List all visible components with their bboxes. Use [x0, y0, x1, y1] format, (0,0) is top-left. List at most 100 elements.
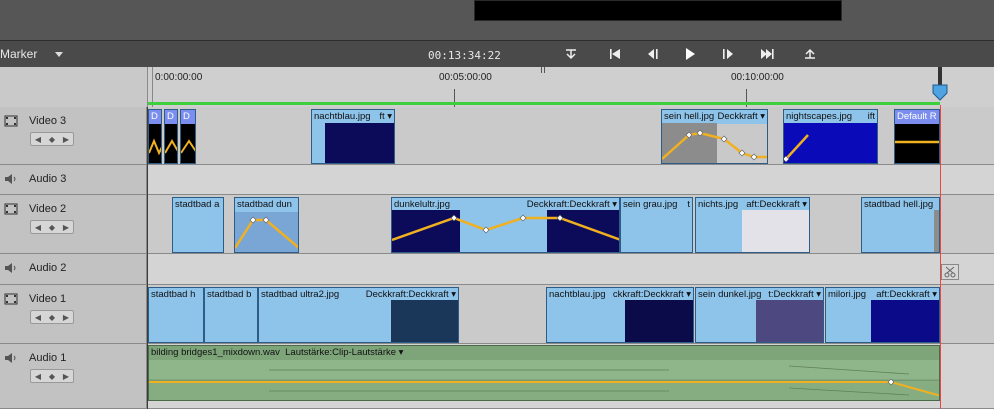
clip[interactable]: stadtbad b	[204, 287, 258, 343]
lane-audio-2[interactable]	[148, 254, 994, 285]
add-keyframe-icon[interactable]: ◆	[49, 223, 55, 232]
clip[interactable]: dunkelultr.jpg Deckkraft:Deckkraft ▾	[391, 197, 620, 253]
track-header-audio-2[interactable]: Audio 2	[0, 254, 147, 285]
clip-effect-label[interactable]: Deckkraft ▾	[715, 111, 765, 122]
clip[interactable]: D	[180, 109, 196, 164]
go-to-start-button[interactable]	[560, 45, 582, 63]
clip-effect-label[interactable]: ft ▾	[377, 111, 392, 122]
step-back-button[interactable]	[642, 45, 664, 63]
clip-label: bilding bridges1_mixdown.wav Lautstärke:…	[151, 347, 403, 358]
clip-label: stadtbad ultra2.jpg	[261, 289, 340, 300]
speaker-icon	[5, 174, 16, 184]
next-keyframe-icon[interactable]: ▶	[63, 313, 69, 322]
time-ruler[interactable]: 0:00:00:00 00:05:00:00 00:10:00:00	[148, 67, 994, 107]
track-header-video-3[interactable]: Video 3 ◀ ◆ ▶	[0, 107, 147, 165]
timeline-toolbar: Marker 00:13:34:22	[0, 40, 994, 68]
clip[interactable]: stadtbad dun	[234, 197, 299, 253]
current-timecode[interactable]: 00:13:34:22	[428, 49, 501, 62]
clip-effect-label[interactable]: t	[685, 199, 690, 210]
next-keyframe-icon[interactable]: ▶	[63, 135, 69, 144]
step-forward-icon	[723, 49, 733, 59]
next-edit-icon	[761, 49, 774, 59]
clip[interactable]: sein hell.jpg Deckkraft ▾	[661, 109, 768, 164]
clip[interactable]: D	[164, 109, 178, 164]
track-header-audio-1[interactable]: Audio 1 ◀ ◆ ▶	[0, 344, 147, 409]
keyframe-nav-controls[interactable]: ◀ ◆ ▶	[30, 369, 74, 383]
track-header-video-1[interactable]: Video 1 ◀ ◆ ▶	[0, 285, 147, 344]
keyframe-line	[181, 139, 195, 154]
lane-video-2[interactable]: stadtbad a stadtbad dun dunkelultr.jpg D…	[148, 195, 994, 254]
playhead-handle-icon[interactable]	[932, 67, 948, 103]
film-strip-icon	[4, 203, 18, 215]
clip-label: D	[151, 111, 158, 122]
clip[interactable]: milori.jpg aft:Deckkraft ▾	[825, 287, 940, 343]
add-keyframe-icon[interactable]: ◆	[49, 135, 55, 144]
prev-keyframe-icon[interactable]: ◀	[35, 223, 41, 232]
lane-audio-3[interactable]	[148, 165, 994, 195]
track-header-audio-3[interactable]: Audio 3	[0, 165, 147, 195]
next-keyframe-icon[interactable]: ▶	[63, 372, 69, 381]
clip-label: stadtbad a	[175, 199, 220, 210]
clip-label: milori.jpg	[828, 289, 867, 300]
track-name: Video 2	[29, 203, 67, 215]
clip[interactable]: nachtblau.jpg ft ▾	[311, 109, 395, 164]
clip-thumbnail	[391, 300, 458, 342]
go-to-end-button[interactable]	[799, 45, 821, 63]
keyframe-nav-controls[interactable]: ◀ ◆ ▶	[30, 310, 74, 324]
go-to-end-icon	[805, 48, 815, 59]
clip[interactable]: Default R	[894, 109, 940, 164]
track-header-video-2[interactable]: Video 2 ◀ ◆ ▶	[0, 195, 147, 254]
clip-effect-label[interactable]: Deckkraft:Deckkraft ▾	[524, 199, 617, 210]
clip-thumbnail	[625, 300, 693, 342]
next-edit-button[interactable]	[756, 45, 778, 63]
prev-keyframe-icon[interactable]: ◀	[35, 372, 41, 381]
prev-keyframe-icon[interactable]: ◀	[35, 135, 41, 144]
monitor-area	[0, 0, 994, 40]
clip[interactable]: nightscapes.jpg ift	[783, 109, 878, 164]
next-keyframe-icon[interactable]: ▶	[63, 223, 69, 232]
audio-clip[interactable]: bilding bridges1_mixdown.wav Lautstärke:…	[148, 345, 940, 401]
clip[interactable]: stadtbad hell.jpg	[861, 197, 940, 253]
clip[interactable]: stadtbad ultra2.jpg Deckkraft:Deckkraft …	[258, 287, 459, 343]
clip[interactable]: D	[148, 109, 162, 164]
lane-audio-1[interactable]: bilding bridges1_mixdown.wav Lautstärke:…	[148, 344, 994, 409]
step-forward-button[interactable]	[717, 45, 739, 63]
previous-edit-icon	[610, 49, 620, 59]
clip-effect-label[interactable]: ift	[865, 111, 875, 122]
keyframe-line	[235, 216, 298, 249]
marker-dropdown-icon[interactable]	[55, 52, 63, 57]
clip-thumbnail	[742, 210, 809, 252]
track-name: Audio 2	[29, 262, 67, 274]
previous-edit-button[interactable]	[604, 45, 626, 63]
clip[interactable]: nichts.jpg aft:Deckkraft ▾	[695, 197, 810, 253]
prev-keyframe-icon[interactable]: ◀	[35, 313, 41, 322]
keyframe-line	[662, 129, 767, 161]
clip-effect-label[interactable]: Deckkraft:Deckkraft ▾	[363, 289, 456, 300]
lane-video-3[interactable]: D D D nachtblau.jpg ft ▾ sein hell.jpg D…	[148, 107, 994, 165]
clip-filename: bilding bridges1_mixdown.wav	[151, 347, 280, 358]
keyframe-nav-controls[interactable]: ◀ ◆ ▶	[30, 220, 74, 234]
clip-thumbnail	[871, 300, 939, 342]
clip[interactable]: stadtbad h	[148, 287, 204, 343]
clip[interactable]: sein dunkel.jpg t:Deckkraft ▾	[695, 287, 824, 343]
ruler-tick	[541, 67, 542, 73]
clip-thumbnail	[756, 300, 823, 342]
clip[interactable]: stadtbad a	[172, 197, 224, 253]
marker-menu-label[interactable]: Marker	[0, 47, 37, 61]
keyframe-nav-controls[interactable]: ◀ ◆ ▶	[30, 132, 74, 146]
clip-effect-label[interactable]: aft:Deckkraft ▾	[874, 289, 937, 300]
clip-effect-label[interactable]: aft:Deckkraft ▾	[744, 199, 807, 210]
play-button[interactable]	[679, 45, 701, 63]
clip-label: nachtblau.jpg	[549, 289, 606, 300]
clip[interactable]: nachtblau.jpg ckkraft:Deckkraft ▾	[546, 287, 694, 343]
clip-effect-label[interactable]: t:Deckkraft ▾	[766, 289, 821, 300]
clip-effect-label[interactable]: ckkraft:Deckkraft ▾	[610, 289, 691, 300]
clip[interactable]: sein grau.jpg t	[620, 197, 693, 253]
lane-video-1[interactable]: stadtbad h stadtbad b stadtbad ultra2.jp…	[148, 285, 994, 344]
clip-effect-label[interactable]: Lautstärke:Clip-Lautstärke ▾	[285, 347, 403, 358]
ruler-tick	[152, 67, 153, 107]
add-keyframe-icon[interactable]: ◆	[49, 313, 55, 322]
keyframe-line	[165, 139, 177, 154]
add-keyframe-icon[interactable]: ◆	[49, 372, 55, 381]
scissors-icon[interactable]	[941, 264, 959, 280]
